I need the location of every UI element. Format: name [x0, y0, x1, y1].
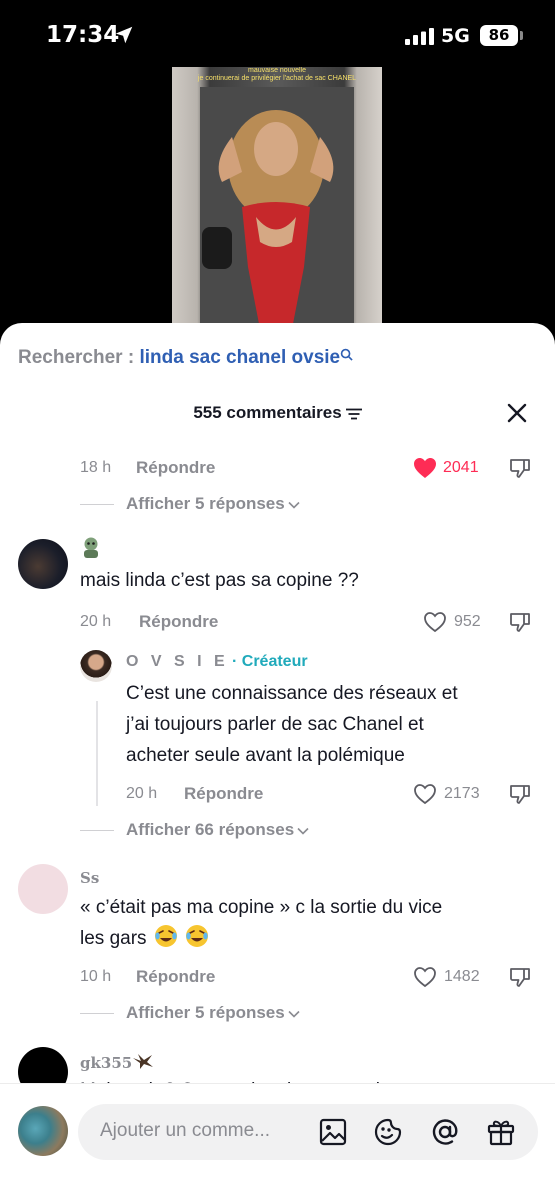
like-count: 2173: [444, 785, 480, 802]
like-count: 2041: [443, 459, 479, 476]
network-type: 5G: [441, 25, 470, 47]
filter-icon[interactable]: [345, 408, 362, 420]
reply-button[interactable]: Répondre: [184, 784, 263, 804]
replies-divider: [80, 1013, 114, 1014]
dislike-icon[interactable]: [508, 456, 532, 480]
heart-icon[interactable]: [413, 783, 437, 805]
like-count: 952: [454, 613, 481, 630]
replies-divider: [80, 504, 114, 505]
show-replies-label: Afficher 5 réponses: [126, 1003, 285, 1022]
comment-text-line-1: « c’était pas ma copine » c la sortie du…: [80, 897, 443, 918]
comment-input[interactable]: [100, 1120, 300, 1142]
comment-time: 20 h: [80, 613, 112, 630]
comments-sheet: Rechercher : linda sac chanel ovsie 555 …: [0, 323, 555, 1200]
comment-time: 10 h: [80, 968, 112, 985]
comment-time: 18 h: [80, 459, 112, 476]
comments-count-header[interactable]: 555 commentaires: [0, 403, 555, 423]
location-arrow-icon: [115, 26, 133, 44]
heart-icon[interactable]: [423, 611, 447, 633]
chevron-down-icon: [297, 827, 309, 835]
mention-icon[interactable]: [430, 1117, 460, 1147]
search-label: Rechercher :: [18, 347, 140, 368]
show-replies-button[interactable]: Afficher 5 réponses: [126, 494, 300, 514]
dislike-icon[interactable]: [508, 965, 532, 989]
close-icon[interactable]: [506, 402, 528, 424]
creator-avatar[interactable]: [80, 650, 112, 682]
comment-input-bar: [0, 1083, 555, 1200]
reply-button[interactable]: Répondre: [136, 458, 215, 478]
creator-reply-line-2: j’ai toujours parler de sac Chanel et: [126, 714, 424, 735]
zombie-emoji-icon: [84, 537, 98, 558]
comment-text-line-2-words: les gars: [80, 928, 147, 949]
status-bar: 17:34 5G 86: [0, 0, 555, 70]
search-suggestion[interactable]: Rechercher : linda sac chanel ovsie: [18, 347, 353, 369]
comment-text: mais linda c’est pas sa copine ??: [80, 570, 359, 591]
comments-count: 555 commentaires: [193, 403, 342, 422]
like-count: 1482: [444, 968, 480, 985]
user-avatar[interactable]: [18, 1106, 68, 1156]
chevron-down-icon: [288, 501, 300, 509]
creator-reply-line-1: C’est une connaissance des réseaux et: [126, 683, 458, 704]
laughing-tears-emoji-icon: [186, 925, 209, 947]
battery-level: 86: [480, 25, 518, 46]
chevron-down-icon: [288, 1010, 300, 1018]
heart-icon[interactable]: [413, 966, 437, 988]
search-query[interactable]: linda sac chanel ovsie: [139, 347, 340, 368]
gift-icon[interactable]: [486, 1117, 516, 1147]
comment-input-pill[interactable]: [78, 1104, 538, 1160]
comment-text-line-2: les gars: [80, 923, 209, 954]
dislike-icon[interactable]: [508, 610, 532, 634]
status-time: 17:34: [46, 22, 120, 48]
eagle-emoji-icon: [133, 1054, 154, 1069]
comment-username-text: gk355: [80, 1054, 133, 1072]
image-icon[interactable]: [318, 1117, 348, 1147]
replies-divider: [80, 830, 114, 831]
comment-username[interactable]: Ss: [80, 869, 99, 887]
show-replies-button[interactable]: Afficher 66 réponses: [126, 820, 309, 840]
reply-button[interactable]: Répondre: [136, 967, 215, 987]
comment-time: 20 h: [126, 785, 158, 802]
search-icon: [340, 348, 353, 361]
avatar[interactable]: [18, 864, 68, 914]
battery-tip: [520, 31, 523, 40]
show-replies-label: Afficher 5 réponses: [126, 494, 285, 513]
emoji-sticker-icon[interactable]: [373, 1117, 403, 1147]
avatar[interactable]: [18, 539, 68, 589]
show-replies-label: Afficher 66 réponses: [126, 820, 295, 839]
video-figure: [200, 87, 354, 329]
creator-badge: · Créateur: [232, 653, 308, 670]
comment-username[interactable]: gk355: [80, 1052, 154, 1072]
heart-icon[interactable]: [413, 457, 437, 479]
signal-icon: [405, 28, 434, 45]
video-preview[interactable]: mauvaise nouvelle je continuerai de priv…: [172, 67, 382, 329]
creator-username[interactable]: O V S I E: [126, 653, 229, 671]
dislike-icon[interactable]: [508, 782, 532, 806]
show-replies-button[interactable]: Afficher 5 réponses: [126, 1003, 300, 1023]
creator-reply-line-3: acheter seule avant la polémique: [126, 745, 405, 766]
laughing-tears-emoji-icon: [154, 925, 177, 947]
thread-line: [96, 701, 98, 806]
reply-button[interactable]: Répondre: [139, 612, 218, 632]
